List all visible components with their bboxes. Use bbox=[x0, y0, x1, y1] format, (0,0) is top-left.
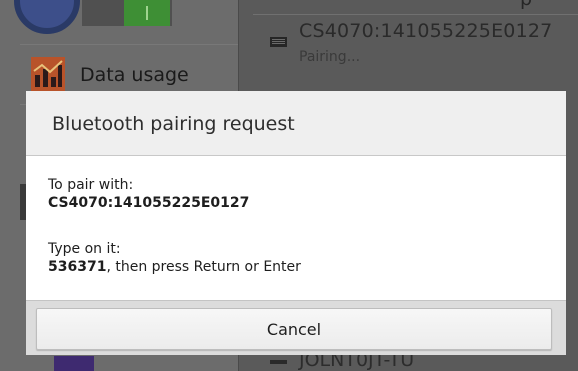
pairing-dialog: Bluetooth pairing request To pair with: … bbox=[26, 91, 566, 355]
dialog-header: Bluetooth pairing request bbox=[26, 91, 566, 156]
section-divider bbox=[253, 14, 578, 15]
dialog-body: To pair with: CS4070:141055225E0127 Type… bbox=[26, 156, 566, 300]
pair-with-label: To pair with: bbox=[48, 177, 134, 193]
keyboard-icon bbox=[270, 37, 287, 47]
partial-heading-text: p bbox=[520, 0, 532, 10]
passkey-suffix: , then press Return or Enter bbox=[106, 259, 301, 275]
settings-item-icon bbox=[54, 356, 94, 371]
passkey-instruction: 536371, then press Return or Enter bbox=[48, 259, 301, 275]
cancel-button[interactable]: Cancel bbox=[36, 308, 552, 350]
bar-chart-icon bbox=[31, 57, 65, 91]
bluetooth-device-name[interactable]: CS4070:141055225E0127 bbox=[299, 20, 552, 42]
device-icon bbox=[270, 360, 287, 364]
dialog-footer: Cancel bbox=[26, 300, 566, 355]
list-divider bbox=[20, 44, 238, 45]
device-name: CS4070:141055225E0127 bbox=[48, 195, 250, 211]
cancel-button-label: Cancel bbox=[266, 319, 322, 339]
type-on-label: Type on it: bbox=[48, 241, 121, 257]
passkey: 536371 bbox=[48, 259, 107, 275]
bluetooth-device-status: Pairing... bbox=[299, 49, 361, 65]
sidebar-item-data-usage[interactable]: Data usage bbox=[80, 64, 189, 86]
toggle-on-thumb[interactable] bbox=[124, 0, 170, 26]
dialog-title: Bluetooth pairing request bbox=[52, 113, 295, 135]
